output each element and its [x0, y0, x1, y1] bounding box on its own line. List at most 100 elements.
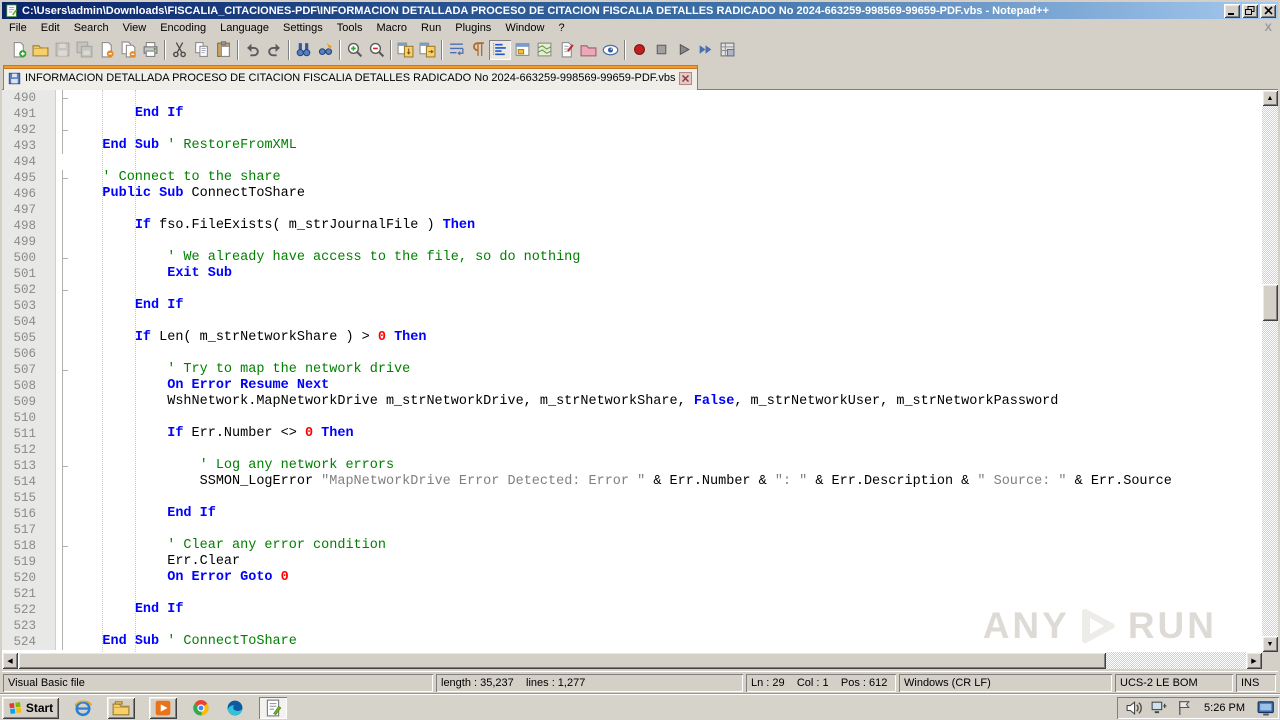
macro-save-button[interactable]: [716, 40, 738, 60]
menu-close-x[interactable]: X: [1265, 22, 1272, 34]
start-button[interactable]: Start: [2, 696, 59, 719]
scroll-up-icon[interactable]: ▲: [1262, 90, 1278, 106]
show-all-characters-button[interactable]: [467, 40, 489, 60]
network-icon[interactable]: [1150, 699, 1167, 716]
new-file-button[interactable]: [7, 40, 29, 60]
fold-margin[interactable]: [56, 234, 70, 250]
macro-record-button[interactable]: [628, 40, 650, 60]
fold-margin[interactable]: [56, 298, 70, 314]
fold-margin[interactable]: [56, 522, 70, 538]
menu-item-edit[interactable]: Edit: [34, 20, 67, 36]
anyrun-player-taskbar-icon[interactable]: [149, 696, 177, 719]
code-editor[interactable]: 490 491 End If 492 493 End Sub ' RestoreFro…: [2, 90, 1262, 652]
scroll-down-icon[interactable]: ▼: [1262, 636, 1278, 652]
menu-item-macro[interactable]: Macro: [369, 20, 414, 36]
file-explorer-taskbar-icon[interactable]: [107, 696, 135, 719]
fold-margin[interactable]: [56, 346, 70, 362]
macro-stop-button[interactable]: [650, 40, 672, 60]
replace-button[interactable]: [314, 40, 336, 60]
fold-margin[interactable]: [56, 218, 70, 234]
fold-margin[interactable]: [56, 554, 70, 570]
fold-margin[interactable]: [56, 474, 70, 490]
document-tab[interactable]: INFORMACION DETALLADA PROCESO DE CITACIO…: [3, 65, 699, 90]
print-button[interactable]: [139, 40, 161, 60]
fold-margin[interactable]: [56, 458, 70, 474]
find-button[interactable]: [292, 40, 314, 60]
fold-margin[interactable]: [56, 314, 70, 330]
fold-margin[interactable]: [56, 186, 70, 202]
menu-item-settings[interactable]: Settings: [276, 20, 330, 36]
zoom-out-button[interactable]: [365, 40, 387, 60]
taskbar-clock[interactable]: 5:26 PM: [1200, 702, 1249, 714]
fold-margin[interactable]: [56, 378, 70, 394]
word-wrap-button[interactable]: [445, 40, 467, 60]
fold-margin[interactable]: [56, 266, 70, 282]
fold-margin[interactable]: [56, 122, 70, 138]
close-file-button[interactable]: [95, 40, 117, 60]
menu-item-encoding[interactable]: Encoding: [153, 20, 213, 36]
notepad-plus-plus-taskbar-icon[interactable]: [259, 696, 287, 719]
macro-run-multiple-button[interactable]: [694, 40, 716, 60]
fold-margin[interactable]: [56, 570, 70, 586]
document-list-button[interactable]: [555, 40, 577, 60]
menu-item-tools[interactable]: Tools: [330, 20, 370, 36]
scroll-right-icon[interactable]: ▶: [1246, 652, 1262, 669]
close-all-button[interactable]: [117, 40, 139, 60]
tab-close-icon[interactable]: [679, 71, 693, 85]
fold-margin[interactable]: [56, 90, 70, 106]
folder-as-workspace-button[interactable]: [577, 40, 599, 60]
menu-item-plugins[interactable]: Plugins: [448, 20, 498, 36]
menu-item-run[interactable]: Run: [414, 20, 448, 36]
show-indent-guide-button[interactable]: [489, 39, 511, 60]
fold-margin[interactable]: [56, 106, 70, 122]
fold-margin[interactable]: [56, 394, 70, 410]
fold-margin[interactable]: [56, 362, 70, 378]
fold-margin[interactable]: [56, 282, 70, 298]
fold-margin[interactable]: [56, 586, 70, 602]
menu-item-search[interactable]: Search: [67, 20, 116, 36]
display-icon[interactable]: [1257, 699, 1275, 717]
minimize-button[interactable]: [1224, 3, 1240, 18]
fold-margin[interactable]: [56, 490, 70, 506]
redo-button[interactable]: [263, 40, 285, 60]
horizontal-scroll-thumb[interactable]: [18, 652, 1106, 669]
open-file-button[interactable]: [29, 40, 51, 60]
fold-margin[interactable]: [56, 250, 70, 266]
macro-play-button[interactable]: [672, 40, 694, 60]
copy-button[interactable]: [190, 40, 212, 60]
fold-margin[interactable]: [56, 602, 70, 618]
menu-item-file[interactable]: File: [2, 20, 34, 36]
edge-taskbar-icon[interactable]: [225, 698, 245, 718]
fold-margin[interactable]: [56, 442, 70, 458]
flag-icon[interactable]: [1175, 699, 1192, 716]
fold-margin[interactable]: [56, 426, 70, 442]
user-define-dialog-button[interactable]: [511, 40, 533, 60]
horizontal-scrollbar[interactable]: ◀ ▶: [2, 652, 1262, 669]
vertical-scrollbar[interactable]: ▲ ▼: [1262, 90, 1278, 652]
fold-margin[interactable]: [56, 634, 70, 650]
volume-icon[interactable]: [1125, 699, 1142, 716]
save-all-button[interactable]: [73, 40, 95, 60]
sync-scroll-h-button[interactable]: [416, 40, 438, 60]
menu-item-window[interactable]: Window: [498, 20, 551, 36]
fold-margin[interactable]: [56, 154, 70, 170]
cut-button[interactable]: [168, 40, 190, 60]
fold-margin[interactable]: [56, 410, 70, 426]
fold-margin[interactable]: [56, 506, 70, 522]
internet-explorer-taskbar-icon[interactable]: [73, 698, 93, 718]
menu-item-help[interactable]: ?: [551, 20, 571, 36]
undo-button[interactable]: [241, 40, 263, 60]
monitoring-button[interactable]: [599, 40, 621, 60]
fold-margin[interactable]: [56, 170, 70, 186]
scroll-left-icon[interactable]: ◀: [2, 652, 18, 669]
restore-button[interactable]: [1242, 3, 1258, 18]
save-button[interactable]: [51, 40, 73, 60]
sync-scroll-v-button[interactable]: [394, 40, 416, 60]
vertical-scroll-thumb[interactable]: [1262, 284, 1278, 321]
fold-margin[interactable]: [56, 138, 70, 154]
paste-button[interactable]: [212, 40, 234, 60]
zoom-in-button[interactable]: [343, 40, 365, 60]
close-button[interactable]: [1260, 3, 1276, 18]
menu-item-view[interactable]: View: [116, 20, 154, 36]
chrome-taskbar-icon[interactable]: [191, 698, 211, 718]
